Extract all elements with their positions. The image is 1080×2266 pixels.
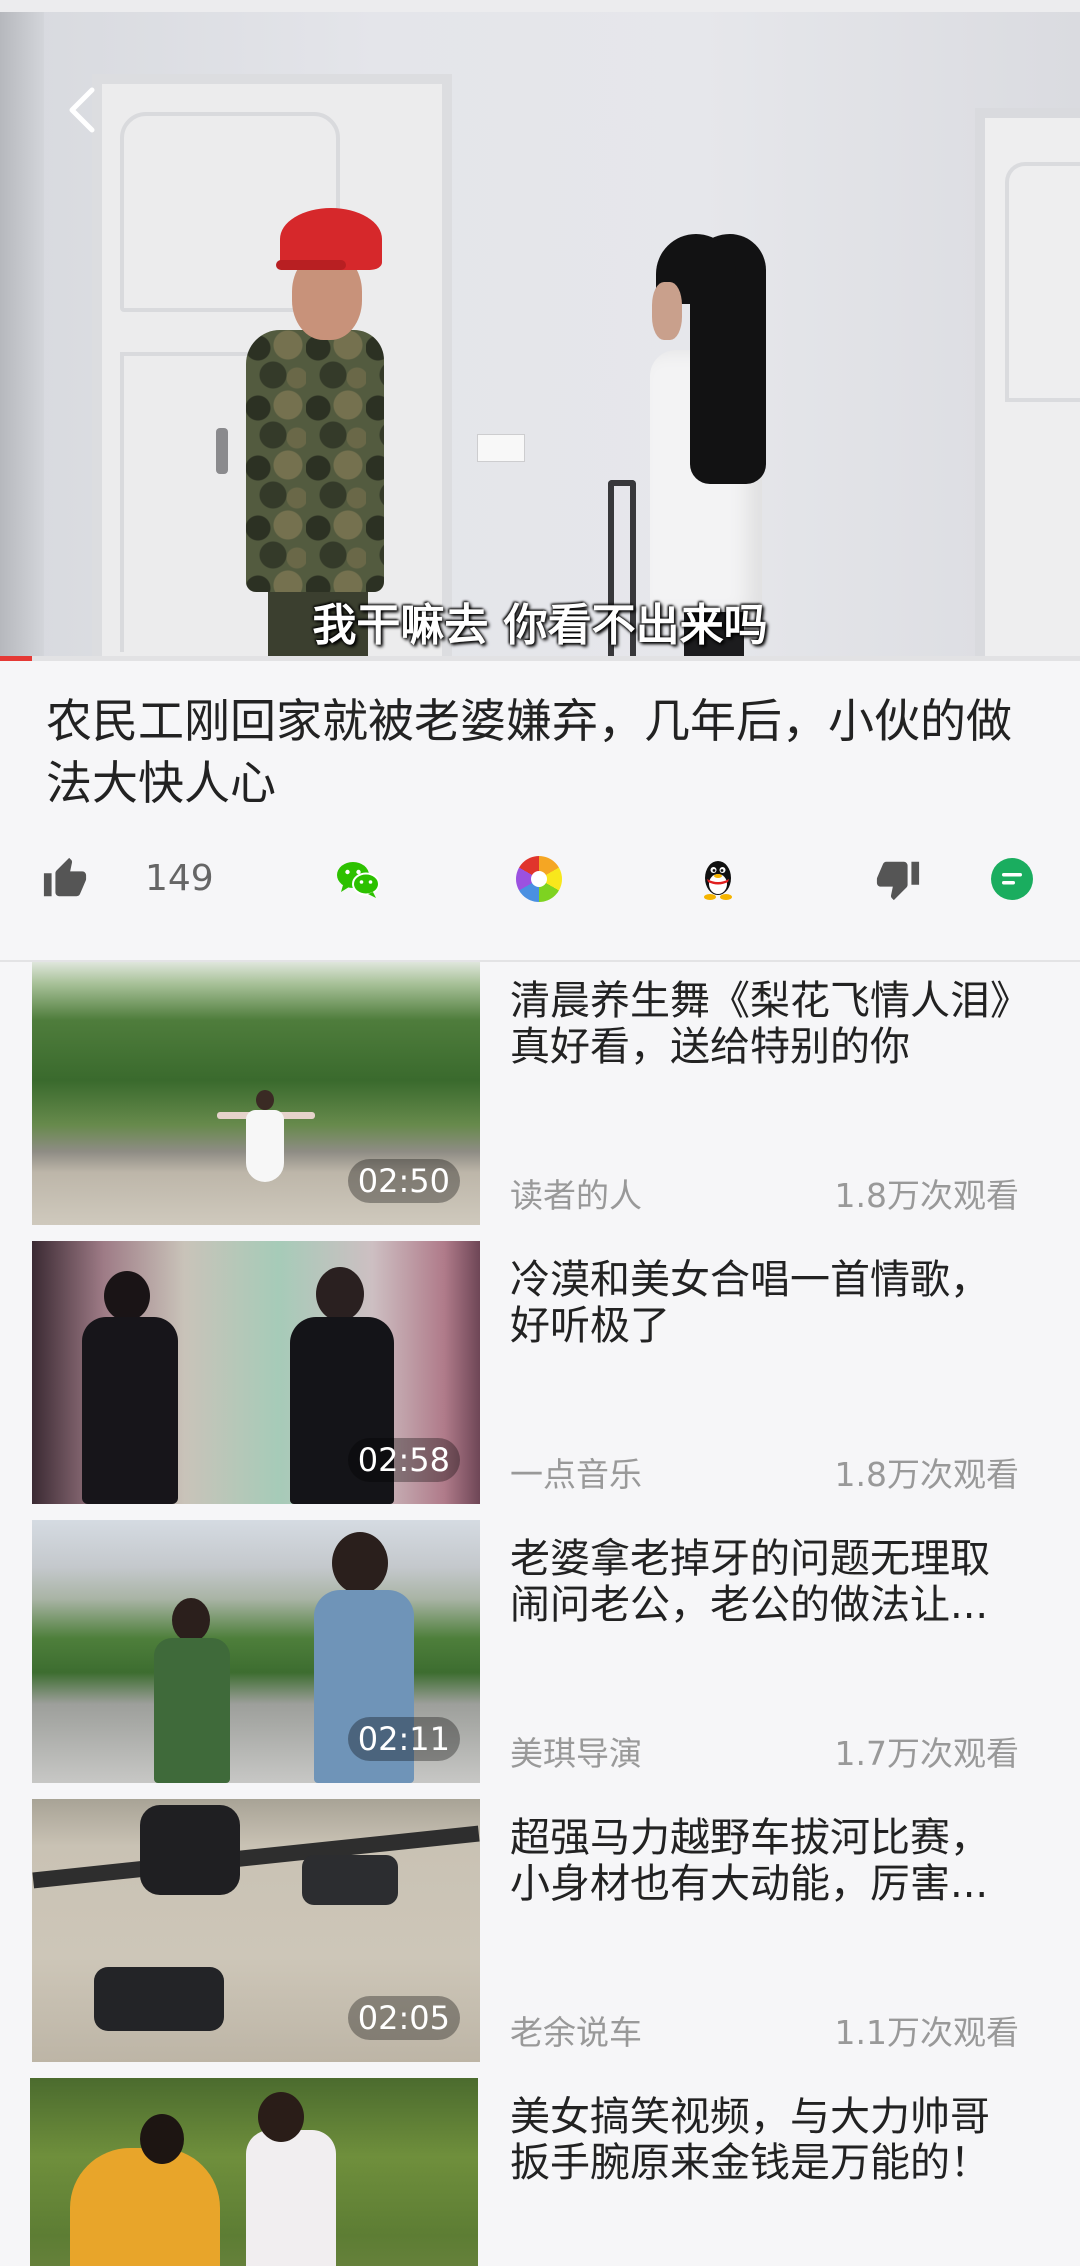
video-meta: 美琪导演 1.7万次观看 <box>510 1734 1019 1774</box>
video-author[interactable]: 老余说车 <box>510 2013 642 2053</box>
video-author[interactable]: 一点音乐 <box>510 1455 642 1495</box>
video-author[interactable]: 美琪导演 <box>510 1734 642 1774</box>
video-duration: 02:58 <box>347 1438 460 1482</box>
thumb-person <box>140 1805 240 1895</box>
comment-button[interactable] <box>989 856 1035 902</box>
thumb-rope <box>32 1825 480 1889</box>
thumb-rc-car <box>302 1855 398 1905</box>
scene-helmet-brim <box>276 260 346 270</box>
back-button[interactable] <box>60 82 104 138</box>
comment-icon <box>991 858 1033 900</box>
video-title: 农民工刚回家就被老婆嫌弃，几年后，小伙的做法大快人心 <box>46 694 1012 810</box>
video-player[interactable]: 我干嘛去 你看不出来吗 <box>0 12 1080 656</box>
scene-wall-edge <box>0 12 44 656</box>
thumb-singer-woman-body <box>82 1317 178 1504</box>
chevron-left-icon <box>69 87 95 133</box>
thumb-yellow-dress <box>70 2148 220 2266</box>
scene-door-panel <box>1005 162 1080 402</box>
video-meta: 一点音乐 1.8万次观看 <box>510 1455 1019 1495</box>
thumbs-down-icon <box>876 861 920 901</box>
thumbs-up-icon <box>43 857 87 897</box>
video-thumbnail[interactable] <box>30 2078 478 2266</box>
progress-fill <box>0 656 33 661</box>
list-item[interactable]: 02:50 清晨养生舞《梨花飞情人泪》真好看，送给特别的你 读者的人 1.8万次… <box>0 962 1080 1241</box>
share-qq-button[interactable] <box>695 856 741 902</box>
progress-bar[interactable] <box>0 656 1080 661</box>
thumb-dancer-dress <box>246 1110 284 1182</box>
thumb-woman-body <box>154 1638 230 1783</box>
video-item-title[interactable]: 美女搞笑视频，与大力帅哥扳手腕原来金钱是万能的！ <box>510 2094 1010 2186</box>
scene-man-body <box>246 330 384 592</box>
video-author[interactable]: 读者的人 <box>510 1176 642 1216</box>
thumb-man-head <box>332 1532 388 1594</box>
thumb-man-shirt <box>246 2130 336 2266</box>
list-item[interactable]: 02:05 超强马力越野车拔河比赛，小身材也有大动能，厉害... 老余说车 1.… <box>0 1799 1080 2078</box>
qq-icon <box>704 861 732 900</box>
scene-door-handle <box>216 428 228 474</box>
status-strip <box>0 0 1080 12</box>
video-views: 1.8万次观看 <box>834 1455 1019 1494</box>
video-duration: 02:50 <box>347 1159 460 1203</box>
video-thumbnail[interactable]: 02:58 <box>32 1241 480 1504</box>
thumb-dancer-head <box>256 1090 274 1110</box>
video-meta: 老余说车 1.1万次观看 <box>510 2013 1019 2053</box>
action-bar: 149 <box>0 847 1080 911</box>
thumb-man-head <box>258 2092 304 2142</box>
video-views: 1.8万次观看 <box>834 1176 1019 1215</box>
list-item[interactable]: 02:11 老婆拿老掉牙的问题无理取闹问老公，老公的做法让... 美琪导演 1.… <box>0 1520 1080 1799</box>
video-thumbnail[interactable]: 02:05 <box>32 1799 480 2062</box>
scene-woman-face <box>652 282 682 340</box>
video-subtitle: 我干嘛去 你看不出来吗 <box>312 600 768 651</box>
moments-icon <box>531 871 547 887</box>
video-duration: 02:05 <box>347 1996 460 2040</box>
list-item[interactable]: 美女搞笑视频，与大力帅哥扳手腕原来金钱是万能的！ <box>0 2078 1080 2266</box>
video-item-title[interactable]: 老婆拿老掉牙的问题无理取闹问老公，老公的做法让... <box>510 1536 1010 1628</box>
video-thumbnail[interactable]: 02:11 <box>32 1520 480 1783</box>
wechat-icon <box>337 862 380 898</box>
like-count: 149 <box>145 858 214 899</box>
video-meta: 读者的人 1.8万次观看 <box>510 1176 1019 1216</box>
video-duration: 02:11 <box>347 1717 460 1761</box>
thumb-woman-head <box>172 1598 210 1642</box>
dislike-button[interactable] <box>875 856 921 902</box>
video-thumbnail[interactable]: 02:50 <box>32 962 480 1225</box>
video-item-title[interactable]: 超强马力越野车拔河比赛，小身材也有大动能，厉害... <box>510 1815 1010 1907</box>
video-views: 1.7万次观看 <box>834 1734 1019 1773</box>
video-item-title[interactable]: 冷漠和美女合唱一首情歌，好听极了 <box>510 1257 1010 1349</box>
list-item[interactable]: 02:58 冷漠和美女合唱一首情歌，好听极了 一点音乐 1.8万次观看 <box>0 1241 1080 1520</box>
thumb-singer-woman-head <box>104 1271 150 1321</box>
share-moments-button[interactable] <box>516 856 562 902</box>
related-video-list: 02:50 清晨养生舞《梨花飞情人泪》真好看，送给特别的你 读者的人 1.8万次… <box>0 962 1080 2266</box>
video-item-title[interactable]: 清晨养生舞《梨花飞情人泪》真好看，送给特别的你 <box>510 978 1010 1070</box>
share-wechat-button[interactable] <box>335 856 381 902</box>
thumb-woman-head <box>140 2114 184 2164</box>
scene-light-switch <box>477 434 525 462</box>
like-button[interactable] <box>42 856 88 902</box>
thumb-singer-man-head <box>316 1267 364 1321</box>
thumb-rc-car <box>94 1967 224 2031</box>
video-views: 1.1万次观看 <box>834 2013 1019 2052</box>
